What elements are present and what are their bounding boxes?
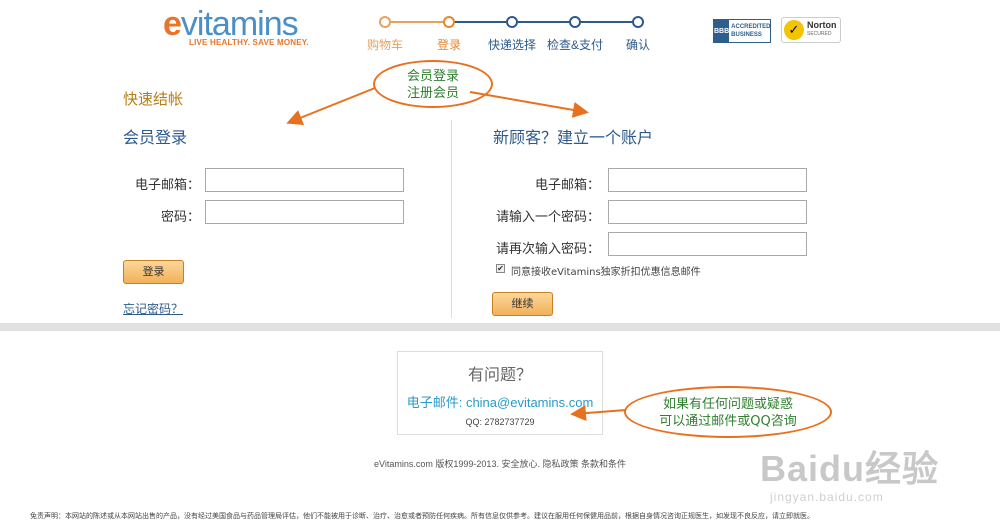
- login-password-input[interactable]: [205, 200, 404, 224]
- register-confirm-label: 请再次输入密码：: [495, 242, 600, 257]
- step-shipping: 快递选择: [487, 38, 537, 52]
- progress-line: [391, 21, 449, 23]
- login-email-label: 电子邮箱：: [134, 178, 200, 193]
- register-confirm-input[interactable]: [608, 232, 807, 256]
- register-email-label: 电子邮箱：: [534, 178, 600, 193]
- column-divider: [451, 120, 452, 318]
- checkout-progress: 购物车 登录 快递选择 检查&支付 确认: [365, 14, 665, 54]
- logo-tagline: LIVE HEALTHY. SAVE MONEY.: [189, 38, 309, 47]
- progress-line: [517, 21, 575, 23]
- help-email: 电子邮件: china@evitamins.com: [406, 395, 594, 410]
- watermark-logo: Baidu经验: [760, 448, 940, 489]
- page-title: 快速结帐: [123, 91, 184, 108]
- step-dot-payment: [569, 16, 581, 28]
- arrow-to-login: [286, 87, 376, 125]
- baidu-watermark: Baidu经验 jingyan.baidu.com: [760, 440, 980, 512]
- login-password-label: 密码：: [160, 210, 200, 225]
- help-title: 有问题？: [467, 365, 532, 384]
- disclaimer-text: 免责声明：本网站的陈述或从本网站出售的产品，没有经过美国食品与药品管理局评估，他…: [30, 513, 814, 520]
- step-dot-shipping: [506, 16, 518, 28]
- norton-text: Norton SECURED: [807, 20, 837, 38]
- bbb-accredited-badge[interactable]: BBB ACCREDITED BUSINESS: [713, 19, 771, 43]
- evitamins-logo[interactable]: evitamins LIVE HEALTHY. SAVE MONEY.: [163, 5, 323, 48]
- step-cart[interactable]: 购物车: [367, 36, 403, 53]
- watermark-url: jingyan.baidu.com: [770, 490, 884, 504]
- continue-button[interactable]: 继续: [492, 292, 553, 316]
- newsletter-checkbox[interactable]: ✔: [496, 264, 505, 273]
- annotation-help-note: 如果有任何问题或疑惑 可以通过邮件或QQ咨询: [624, 386, 832, 438]
- step-dot-login: [443, 16, 455, 28]
- register-section-title: 新顾客？建立一个账户: [493, 128, 654, 147]
- support-email-link[interactable]: china@evitamins.com: [466, 395, 593, 410]
- register-password-input[interactable]: [608, 200, 807, 224]
- help-qq: QQ: 2782737729: [465, 417, 535, 427]
- step-dot-confirm: [632, 16, 644, 28]
- section-separator: [0, 323, 1000, 331]
- login-button[interactable]: 登录: [123, 260, 184, 284]
- forgot-password-link[interactable]: 忘记密码？: [123, 300, 183, 317]
- login-email-input[interactable]: [205, 168, 404, 192]
- bbb-logo: BBB: [714, 20, 730, 42]
- step-login: 登录: [436, 38, 462, 52]
- register-email-input[interactable]: [608, 168, 807, 192]
- annotation-login-note: 会员登录 注册会员: [373, 60, 493, 108]
- norton-secured-badge[interactable]: ✓ Norton SECURED: [781, 17, 841, 43]
- help-box: 有问题？ 电子邮件: china@evitamins.com QQ: 27827…: [397, 351, 603, 435]
- step-payment: 检查&支付: [546, 38, 604, 52]
- step-confirm: 确认: [625, 38, 651, 52]
- register-password-label: 请输入一个密码：: [495, 210, 600, 225]
- step-dot-cart: [379, 16, 391, 28]
- logo-wordmark: evitamins: [163, 5, 299, 43]
- progress-line: [454, 21, 512, 23]
- checkmark-icon: ✓: [784, 20, 804, 40]
- login-section-title: 会员登录: [123, 128, 188, 147]
- progress-line: [580, 21, 638, 23]
- newsletter-consent-label: 同意接收eVitamins独家折扣优惠信息邮件: [511, 267, 701, 278]
- bbb-text: ACCREDITED BUSINESS: [731, 24, 771, 38]
